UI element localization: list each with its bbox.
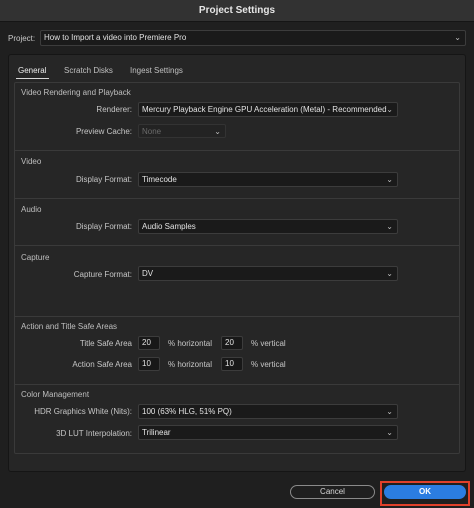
title-safe-horizontal-unit: % horizontal xyxy=(168,339,213,348)
divider xyxy=(15,198,459,199)
section-title-video: Video xyxy=(21,157,42,166)
cancel-button[interactable]: Cancel xyxy=(290,485,375,499)
project-select[interactable]: How to Import a video into Premiere Pro … xyxy=(40,30,466,46)
hdr-graphics-white-select[interactable]: 100 (63% HLG, 51% PQ) ⌄ xyxy=(138,404,398,419)
divider xyxy=(15,150,459,151)
section-title-safe-areas: Action and Title Safe Areas xyxy=(21,322,118,331)
title-safe-vertical-input[interactable]: 20 xyxy=(221,336,243,350)
preview-cache-select: None ⌄ xyxy=(138,124,226,138)
project-select-value: How to Import a video into Premiere Pro xyxy=(44,33,187,42)
chevron-down-icon: ⌄ xyxy=(386,175,393,184)
divider xyxy=(15,316,459,317)
capture-format-value: DV xyxy=(142,269,154,278)
action-safe-vertical-input[interactable]: 10 xyxy=(221,357,243,371)
renderer-label: Renderer: xyxy=(96,105,132,114)
preview-cache-value: None xyxy=(142,127,162,136)
divider xyxy=(15,384,459,385)
title-safe-area-label: Title Safe Area xyxy=(79,339,132,348)
video-display-format-value: Timecode xyxy=(142,175,177,184)
action-safe-vertical-unit: % vertical xyxy=(251,360,286,369)
lut-interpolation-select[interactable]: Trilinear ⌄ xyxy=(138,425,398,440)
window-title: Project Settings xyxy=(0,0,474,22)
capture-format-label: Capture Format: xyxy=(73,270,132,279)
audio-display-format-select[interactable]: Audio Samples ⌄ xyxy=(138,219,398,234)
lut-interpolation-value: Trilinear xyxy=(142,428,171,437)
tab-ingest-settings[interactable]: Ingest Settings xyxy=(130,66,183,75)
preview-cache-label: Preview Cache: xyxy=(75,127,132,136)
tab-general[interactable]: General xyxy=(18,66,46,75)
chevron-down-icon: ⌄ xyxy=(386,428,393,437)
section-title-video-rendering: Video Rendering and Playback xyxy=(21,88,131,97)
title-safe-vertical-unit: % vertical xyxy=(251,339,286,348)
hdr-graphics-white-label: HDR Graphics White (Nits): xyxy=(34,407,132,416)
renderer-select[interactable]: Mercury Playback Engine GPU Acceleration… xyxy=(138,102,398,117)
project-label: Project: xyxy=(8,34,36,43)
renderer-value: Mercury Playback Engine GPU Acceleration… xyxy=(142,105,387,114)
active-tab-indicator xyxy=(16,78,49,79)
tab-scratch-disks[interactable]: Scratch Disks xyxy=(64,66,113,75)
chevron-down-icon: ⌄ xyxy=(386,222,393,231)
title-safe-horizontal-input[interactable]: 20 xyxy=(138,336,160,350)
hdr-graphics-white-value: 100 (63% HLG, 51% PQ) xyxy=(142,407,232,416)
section-title-audio: Audio xyxy=(21,205,42,214)
chevron-down-icon: ⌄ xyxy=(386,105,393,114)
chevron-down-icon: ⌄ xyxy=(386,407,393,416)
audio-display-format-label: Display Format: xyxy=(75,222,132,231)
action-safe-horizontal-input[interactable]: 10 xyxy=(138,357,160,371)
ok-button[interactable]: OK xyxy=(384,485,466,499)
lut-interpolation-label: 3D LUT Interpolation: xyxy=(56,429,132,438)
action-safe-area-label: Action Safe Area xyxy=(72,360,132,369)
section-title-color-management: Color Management xyxy=(21,390,90,399)
chevron-down-icon: ⌄ xyxy=(454,33,461,42)
divider xyxy=(15,245,459,246)
chevron-down-icon: ⌄ xyxy=(386,269,393,278)
section-title-capture: Capture xyxy=(21,253,50,262)
audio-display-format-value: Audio Samples xyxy=(142,222,196,231)
capture-format-select[interactable]: DV ⌄ xyxy=(138,266,398,281)
video-display-format-label: Display Format: xyxy=(75,175,132,184)
action-safe-horizontal-unit: % horizontal xyxy=(168,360,213,369)
video-display-format-select[interactable]: Timecode ⌄ xyxy=(138,172,398,187)
chevron-down-icon: ⌄ xyxy=(214,127,221,136)
